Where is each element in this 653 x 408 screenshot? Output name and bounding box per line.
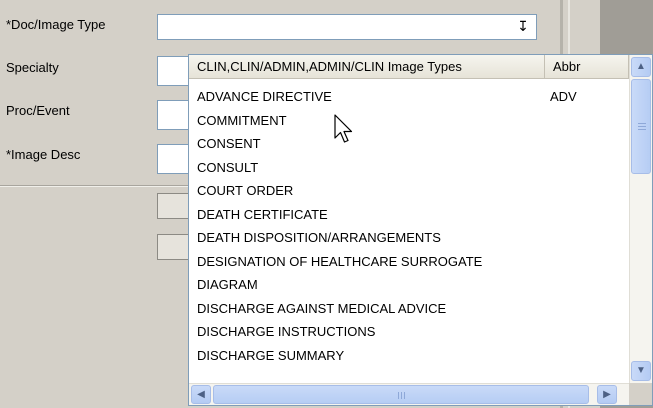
vertical-scroll-thumb[interactable]: [631, 79, 651, 174]
grip-line: [401, 392, 402, 399]
proc-event-label: Proc/Event: [6, 103, 70, 118]
column-header-abbr[interactable]: Abbr: [545, 55, 629, 78]
item-name: DISCHARGE INSTRUCTIONS: [197, 324, 376, 339]
image-desc-label: *Image Desc: [6, 147, 81, 162]
item-name: CONSULT: [197, 159, 259, 175]
item-name: COMMITMENT: [197, 112, 287, 128]
image-type-dropdown-list[interactable]: CLIN,CLIN/ADMIN,ADMIN/CLIN Image Types A…: [188, 54, 653, 406]
horizontal-scrollbar[interactable]: ◀ ▶: [189, 383, 629, 405]
scroll-right-icon[interactable]: ▶: [597, 385, 617, 404]
list-item[interactable]: DISCHARGE SUMMARY: [189, 344, 629, 368]
item-name: DISCHARGE SUMMARY: [197, 347, 345, 363]
doc-image-type-combobox[interactable]: ↧: [157, 14, 537, 40]
list-item[interactable]: CONSULT: [189, 156, 629, 180]
item-name: DEATH CERTIFICATE: [197, 206, 328, 222]
grip-line: [638, 129, 646, 130]
item-name: ADVANCE DIRECTIVE: [197, 89, 332, 104]
scroll-up-icon[interactable]: ▲: [631, 57, 651, 77]
specialty-field[interactable]: [157, 56, 191, 86]
scroll-down-icon[interactable]: ▼: [631, 361, 651, 381]
grip-line: [638, 123, 646, 124]
image-desc-field[interactable]: [157, 144, 191, 174]
form-separator-highlight: [0, 186, 189, 187]
grip-line: [398, 392, 399, 399]
item-abbr: ADV: [550, 89, 577, 104]
list-item[interactable]: DIAGRAM: [189, 273, 629, 297]
list-item[interactable]: COURT ORDER: [189, 179, 629, 203]
list-item[interactable]: DEATH DISPOSITION/ARRANGEMENTS: [189, 226, 629, 250]
list-item[interactable]: DISCHARGE INSTRUCTIONS: [189, 320, 629, 344]
hidden-button-2[interactable]: [157, 234, 191, 260]
horizontal-scroll-thumb[interactable]: [213, 385, 589, 404]
list-item[interactable]: DESIGNATION OF HEALTHCARE SURROGATE: [189, 250, 629, 274]
item-name: CONSENT: [197, 136, 261, 151]
list-item[interactable]: DEATH CERTIFICATE: [189, 203, 629, 227]
list-item[interactable]: COMMITMENT: [189, 109, 629, 133]
list-item[interactable]: DISCHARGE AGAINST MEDICAL ADVICE: [189, 297, 629, 321]
specialty-label: Specialty: [6, 60, 59, 75]
item-name: DESIGNATION OF HEALTHCARE SURROGATE: [197, 253, 483, 269]
item-name: DEATH DISPOSITION/ARRANGEMENTS: [197, 230, 441, 245]
list-item[interactable]: ADVANCE DIRECTIVE ADV: [189, 85, 629, 109]
grip-line: [404, 392, 405, 399]
doc-image-type-label: *Doc/Image Type: [6, 17, 106, 32]
list-item[interactable]: CONSENT: [189, 132, 629, 156]
grip-line: [638, 126, 646, 127]
item-name: DIAGRAM: [197, 277, 258, 292]
mouse-pointer-icon: [334, 114, 353, 143]
dropdown-arrow-icon[interactable]: ↧: [512, 17, 534, 35]
scroll-left-icon[interactable]: ◀: [191, 385, 211, 404]
hidden-button-1[interactable]: [157, 193, 191, 219]
item-name: DISCHARGE AGAINST MEDICAL ADVICE: [197, 300, 447, 316]
column-header-image-types[interactable]: CLIN,CLIN/ADMIN,ADMIN/CLIN Image Types: [189, 55, 545, 78]
scrollbar-corner: [629, 383, 652, 405]
list-rows: ADVANCE DIRECTIVE ADV COMMITMENT CONSENT …: [189, 85, 629, 367]
vertical-scrollbar[interactable]: ▲ ▼: [629, 55, 652, 383]
proc-event-field[interactable]: [157, 100, 191, 130]
item-name: COURT ORDER: [197, 183, 294, 198]
list-header: CLIN,CLIN/ADMIN,ADMIN/CLIN Image Types A…: [189, 55, 629, 79]
